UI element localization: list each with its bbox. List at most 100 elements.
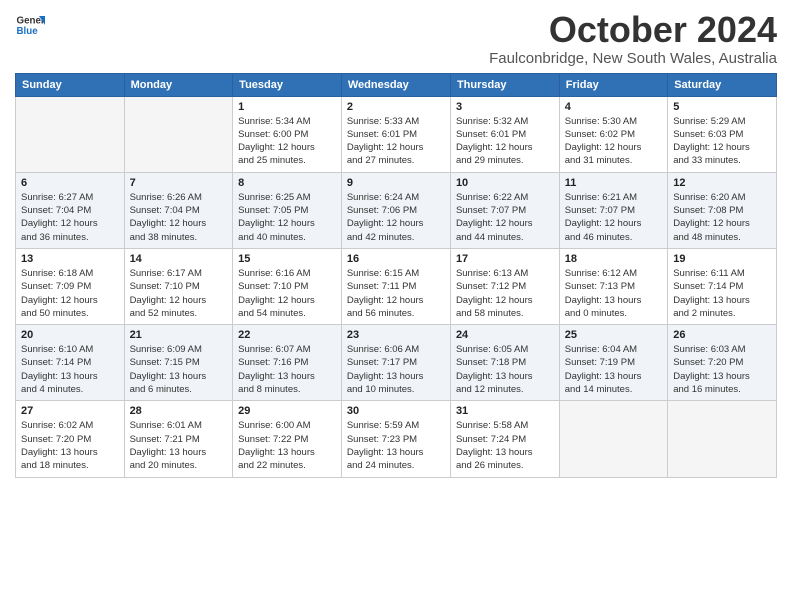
day-number: 7	[130, 177, 228, 189]
calendar-week-row: 20Sunrise: 6:10 AM Sunset: 7:14 PM Dayli…	[16, 325, 777, 401]
calendar-week-row: 6 Sunrise: 6:27 AM Sunset: 7:04 PM Daylig…	[16, 172, 777, 248]
day-info: Sunrise: 6:09 AM Sunset: 7:15 PM Dayligh…	[130, 343, 228, 396]
day-number: 28	[130, 405, 228, 417]
weekday-header-row: SundayMondayTuesdayWednesdayThursdayFrid…	[16, 73, 777, 96]
calendar-cell: 21 Sunrise: 6:09 AM Sunset: 7:15 PM Dayli…	[124, 325, 233, 401]
day-info: Sunrise: 6:01 AM Sunset: 7:21 PM Dayligh…	[130, 419, 228, 472]
svg-text:Blue: Blue	[17, 26, 39, 37]
day-number: 12	[673, 177, 771, 189]
day-info: Sunrise: 6:07 AM Sunset: 7:16 PM Dayligh…	[238, 343, 336, 396]
calendar-cell: 25 Sunrise: 6:04 AM Sunset: 7:19 PM Dayli…	[559, 325, 667, 401]
day-number: 18	[565, 253, 662, 265]
day-number: 4	[565, 101, 662, 113]
calendar-cell	[668, 401, 777, 477]
day-info: Sunrise: 6:16 AM Sunset: 7:10 PM Dayligh…	[238, 267, 336, 320]
day-info: Sunrise: 6:17 AM Sunset: 7:10 PM Dayligh…	[130, 267, 228, 320]
day-number: 26	[673, 329, 771, 341]
weekday-header: Sunday	[16, 73, 125, 96]
day-number: 27	[21, 405, 119, 417]
month-title: October 2024	[489, 10, 777, 50]
calendar-cell: 18 Sunrise: 6:12 AM Sunset: 7:13 PM Dayli…	[559, 248, 667, 324]
day-info: Sunrise: 6:15 AM Sunset: 7:11 PM Dayligh…	[347, 267, 445, 320]
day-info: Sunrise: 6:13 AM Sunset: 7:12 PM Dayligh…	[456, 267, 554, 320]
calendar-cell: 26 Sunrise: 6:03 AM Sunset: 7:20 PM Dayli…	[668, 325, 777, 401]
day-info: Sunrise: 6:05 AM Sunset: 7:18 PM Dayligh…	[456, 343, 554, 396]
day-info: Sunrise: 6:03 AM Sunset: 7:20 PM Dayligh…	[673, 343, 771, 396]
day-info: Sunrise: 5:33 AM Sunset: 6:01 PM Dayligh…	[347, 115, 445, 168]
weekday-header: Monday	[124, 73, 233, 96]
calendar-cell: 4 Sunrise: 5:30 AM Sunset: 6:02 PM Daylig…	[559, 96, 667, 172]
day-info: Sunrise: 6:00 AM Sunset: 7:22 PM Dayligh…	[238, 419, 336, 472]
day-number: 6	[21, 177, 119, 189]
calendar-cell: 28 Sunrise: 6:01 AM Sunset: 7:21 PM Dayli…	[124, 401, 233, 477]
day-number: 29	[238, 405, 336, 417]
day-number: 3	[456, 101, 554, 113]
calendar-cell: 29 Sunrise: 6:00 AM Sunset: 7:22 PM Dayli…	[233, 401, 342, 477]
calendar-cell: 14 Sunrise: 6:17 AM Sunset: 7:10 PM Dayli…	[124, 248, 233, 324]
calendar-cell: 16 Sunrise: 6:15 AM Sunset: 7:11 PM Dayli…	[341, 248, 450, 324]
calendar-cell: 24 Sunrise: 6:05 AM Sunset: 7:18 PM Dayli…	[450, 325, 559, 401]
day-info: Sunrise: 6:24 AM Sunset: 7:06 PM Dayligh…	[347, 191, 445, 244]
weekday-header: Thursday	[450, 73, 559, 96]
calendar-cell: 5 Sunrise: 5:29 AM Sunset: 6:03 PM Daylig…	[668, 96, 777, 172]
day-info: Sunrise: 6:06 AM Sunset: 7:17 PM Dayligh…	[347, 343, 445, 396]
calendar-cell: 2Sunrise: 5:33 AM Sunset: 6:01 PM Daylig…	[341, 96, 450, 172]
day-info: Sunrise: 5:29 AM Sunset: 6:03 PM Dayligh…	[673, 115, 771, 168]
calendar-cell: 30Sunrise: 5:59 AM Sunset: 7:23 PM Dayli…	[341, 401, 450, 477]
day-info: Sunrise: 6:27 AM Sunset: 7:04 PM Dayligh…	[21, 191, 119, 244]
day-info: Sunrise: 5:30 AM Sunset: 6:02 PM Dayligh…	[565, 115, 662, 168]
day-info: Sunrise: 5:34 AM Sunset: 6:00 PM Dayligh…	[238, 115, 336, 168]
weekday-header: Tuesday	[233, 73, 342, 96]
day-number: 25	[565, 329, 662, 341]
calendar-cell	[124, 96, 233, 172]
day-info: Sunrise: 5:58 AM Sunset: 7:24 PM Dayligh…	[456, 419, 554, 472]
calendar-cell: 15 Sunrise: 6:16 AM Sunset: 7:10 PM Dayli…	[233, 248, 342, 324]
day-info: Sunrise: 6:04 AM Sunset: 7:19 PM Dayligh…	[565, 343, 662, 396]
day-number: 5	[673, 101, 771, 113]
day-number: 24	[456, 329, 554, 341]
day-number: 19	[673, 253, 771, 265]
calendar-cell: 20Sunrise: 6:10 AM Sunset: 7:14 PM Dayli…	[16, 325, 125, 401]
day-number: 9	[347, 177, 445, 189]
page-header: General Blue October 2024 Faulconbridge,…	[15, 10, 777, 67]
calendar-cell: 12 Sunrise: 6:20 AM Sunset: 7:08 PM Dayli…	[668, 172, 777, 248]
day-number: 16	[347, 253, 445, 265]
weekday-header: Friday	[559, 73, 667, 96]
calendar-week-row: 13Sunrise: 6:18 AM Sunset: 7:09 PM Dayli…	[16, 248, 777, 324]
calendar-cell: 22 Sunrise: 6:07 AM Sunset: 7:16 PM Dayli…	[233, 325, 342, 401]
day-number: 1	[238, 101, 336, 113]
calendar-cell	[16, 96, 125, 172]
day-info: Sunrise: 6:20 AM Sunset: 7:08 PM Dayligh…	[673, 191, 771, 244]
calendar-cell	[559, 401, 667, 477]
calendar-week-row: 1 Sunrise: 5:34 AM Sunset: 6:00 PM Daylig…	[16, 96, 777, 172]
day-number: 15	[238, 253, 336, 265]
day-info: Sunrise: 6:22 AM Sunset: 7:07 PM Dayligh…	[456, 191, 554, 244]
calendar-cell: 3Sunrise: 5:32 AM Sunset: 6:01 PM Daylig…	[450, 96, 559, 172]
title-block: October 2024 Faulconbridge, New South Wa…	[489, 10, 777, 67]
day-info: Sunrise: 6:02 AM Sunset: 7:20 PM Dayligh…	[21, 419, 119, 472]
logo: General Blue	[15, 10, 45, 40]
calendar-cell: 10Sunrise: 6:22 AM Sunset: 7:07 PM Dayli…	[450, 172, 559, 248]
calendar-cell: 13Sunrise: 6:18 AM Sunset: 7:09 PM Dayli…	[16, 248, 125, 324]
day-info: Sunrise: 6:12 AM Sunset: 7:13 PM Dayligh…	[565, 267, 662, 320]
weekday-header: Wednesday	[341, 73, 450, 96]
day-info: Sunrise: 6:18 AM Sunset: 7:09 PM Dayligh…	[21, 267, 119, 320]
calendar-cell: 6 Sunrise: 6:27 AM Sunset: 7:04 PM Daylig…	[16, 172, 125, 248]
day-number: 17	[456, 253, 554, 265]
day-number: 30	[347, 405, 445, 417]
day-number: 8	[238, 177, 336, 189]
day-info: Sunrise: 6:11 AM Sunset: 7:14 PM Dayligh…	[673, 267, 771, 320]
calendar-cell: 11 Sunrise: 6:21 AM Sunset: 7:07 PM Dayli…	[559, 172, 667, 248]
day-number: 11	[565, 177, 662, 189]
logo-icon: General Blue	[15, 10, 45, 40]
day-number: 31	[456, 405, 554, 417]
weekday-header: Saturday	[668, 73, 777, 96]
day-number: 21	[130, 329, 228, 341]
calendar-cell: 23Sunrise: 6:06 AM Sunset: 7:17 PM Dayli…	[341, 325, 450, 401]
calendar-cell: 17 Sunrise: 6:13 AM Sunset: 7:12 PM Dayli…	[450, 248, 559, 324]
day-number: 14	[130, 253, 228, 265]
day-info: Sunrise: 6:21 AM Sunset: 7:07 PM Dayligh…	[565, 191, 662, 244]
day-number: 22	[238, 329, 336, 341]
calendar-cell: 8Sunrise: 6:25 AM Sunset: 7:05 PM Daylig…	[233, 172, 342, 248]
calendar-week-row: 27 Sunrise: 6:02 AM Sunset: 7:20 PM Dayli…	[16, 401, 777, 477]
